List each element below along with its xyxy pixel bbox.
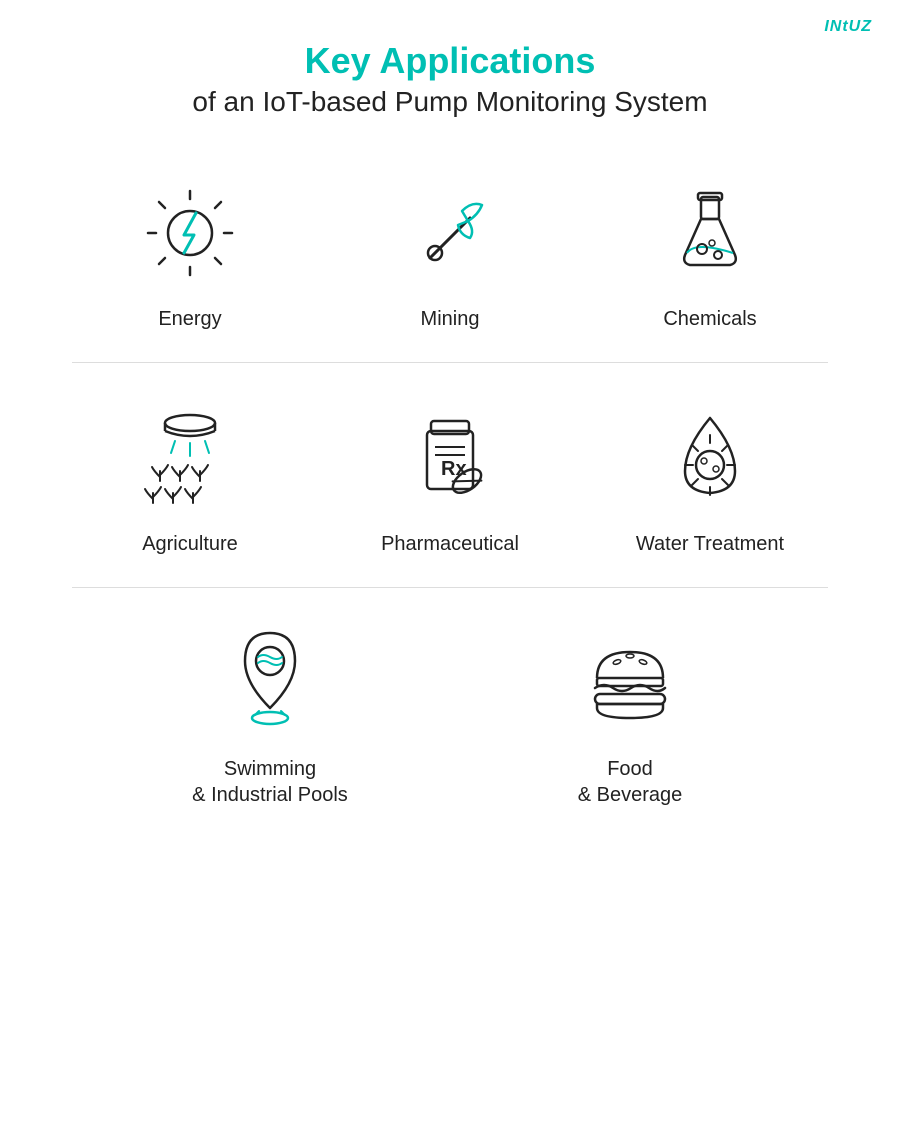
item-mining: Mining [350, 178, 550, 332]
brand-logo: INtUZ [824, 18, 872, 36]
energy-label: Energy [158, 306, 221, 332]
header-title-main: of an IoT-based Pump Monitoring System [0, 86, 900, 118]
page-header: Key Applications of an IoT-based Pump Mo… [0, 0, 900, 138]
item-energy: Energy [90, 178, 290, 332]
food-beverage-icon [575, 628, 685, 738]
energy-icon [135, 178, 245, 288]
section-2: Agriculture Rx Pharmaceutical [0, 363, 900, 587]
agriculture-icon [135, 403, 245, 513]
swimming-pools-label: Swimming & Industrial Pools [192, 756, 348, 808]
section-3: Swimming & Industrial Pools [0, 588, 900, 838]
item-chemicals: Chemicals [610, 178, 810, 332]
food-beverage-label: Food & Beverage [578, 756, 683, 808]
agriculture-label: Agriculture [142, 531, 238, 557]
item-swimming-pools: Swimming & Industrial Pools [170, 628, 370, 808]
svg-text:Rx: Rx [441, 458, 467, 480]
mining-icon [395, 178, 505, 288]
item-water-treatment: Water Treatment [610, 403, 810, 557]
pharmaceutical-label: Pharmaceutical [381, 531, 519, 557]
item-pharmaceutical: Rx Pharmaceutical [350, 403, 550, 557]
header-title-accent: Key Applications [0, 40, 900, 82]
chemicals-icon [655, 178, 765, 288]
section-1: Energy Mining [0, 138, 900, 362]
water-treatment-icon [655, 403, 765, 513]
item-food-beverage: Food & Beverage [530, 628, 730, 808]
swimming-pools-icon [215, 628, 325, 738]
water-treatment-label: Water Treatment [636, 531, 784, 557]
pharmaceutical-icon: Rx [395, 403, 505, 513]
mining-label: Mining [421, 306, 480, 332]
chemicals-label: Chemicals [663, 306, 756, 332]
item-agriculture: Agriculture [90, 403, 290, 557]
